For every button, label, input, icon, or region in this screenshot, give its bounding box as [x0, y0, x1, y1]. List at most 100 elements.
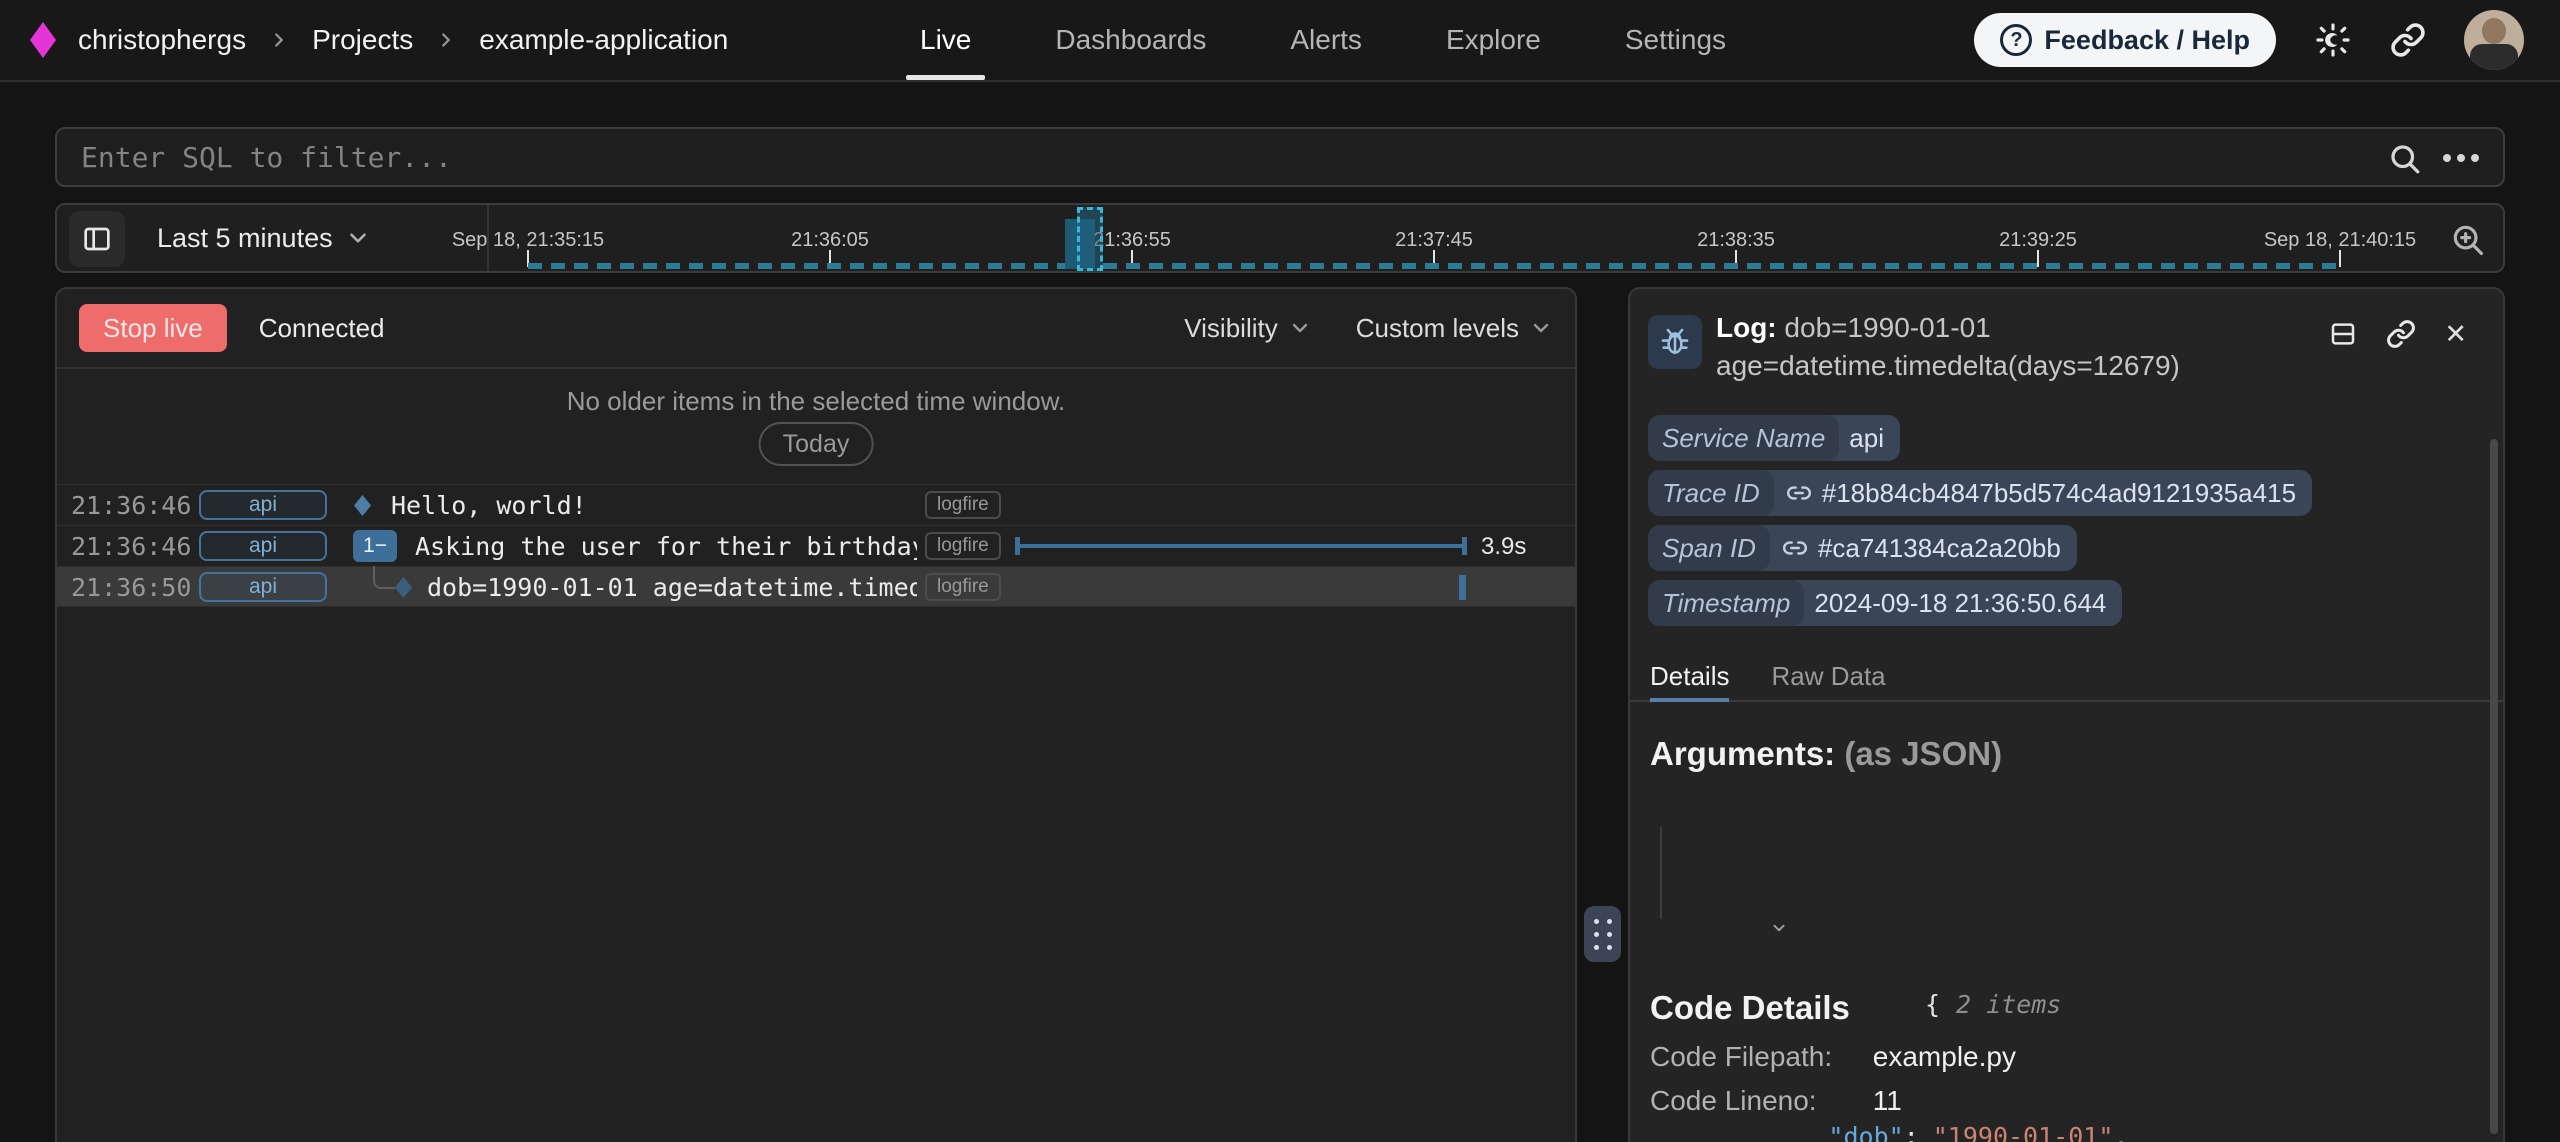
timeline-tick-label: 21:38:35 [1697, 229, 1775, 252]
live-view-panel: Stop live Connected Visibility Custom le… [55, 287, 1577, 1142]
visibility-dropdown[interactable]: Visibility [1184, 313, 1311, 344]
service-badge[interactable]: api [199, 531, 327, 561]
chip-label: Trace ID [1648, 470, 1774, 516]
panel-resize-handle[interactable] [1584, 906, 1621, 962]
custom-levels-dropdown[interactable]: Custom levels [1356, 313, 1553, 344]
copy-link-icon[interactable] [2386, 319, 2416, 349]
help-circle-icon: ? [2000, 24, 2032, 56]
top-nav: christophergs Projects example-applicati… [0, 0, 2560, 82]
tab-dashboards[interactable]: Dashboards [1055, 0, 1206, 80]
visibility-label: Visibility [1184, 313, 1277, 344]
breadcrumb-project-name[interactable]: example-application [479, 24, 728, 56]
chip-service-name[interactable]: Service Name api [1648, 415, 1900, 461]
logfire-logo-icon[interactable] [30, 22, 56, 58]
share-link-icon[interactable] [2390, 22, 2426, 58]
close-icon[interactable]: ✕ [2444, 319, 2467, 349]
timeline-tick-label: 21:37:45 [1395, 229, 1473, 252]
code-lineno-value: 11 [1873, 1085, 1902, 1116]
timeline-tick-label: Sep 18, 21:35:15 [452, 229, 604, 252]
scope-tag[interactable]: logfire [925, 491, 1001, 519]
nav-tabs: Live Dashboards Alerts Explore Settings [920, 0, 1726, 80]
json-indent-guide [1660, 827, 1662, 919]
avatar-head [2482, 18, 2506, 44]
breadcrumb-projects[interactable]: Projects [312, 24, 413, 56]
code-lineno-label: Code Lineno: [1650, 1085, 1865, 1117]
detail-actions: ✕ [2328, 319, 2467, 349]
sql-filter-bar [55, 127, 2505, 187]
chip-label: Span ID [1648, 525, 1770, 571]
timeline-zoom-in-icon[interactable] [2449, 221, 2487, 259]
service-badge[interactable]: api [199, 490, 327, 520]
chip-trace-id[interactable]: Trace ID #18b84cb4847b5d574c4ad9121935a4… [1648, 470, 2312, 516]
arguments-heading-main: Arguments: [1650, 735, 1844, 772]
log-row-selected[interactable]: 21:36:50 api dob=1990-01-01 age=datetime… [57, 566, 1575, 607]
chip-value: api [1839, 423, 1900, 454]
log-row[interactable]: 21:36:46 api 1− Asking the user for thei… [57, 525, 1575, 566]
detail-title: Log: dob=1990-01-01 age=datetime.timedel… [1716, 309, 2296, 385]
scrollbar-thumb[interactable] [2490, 439, 2498, 1134]
link-icon [1782, 535, 1808, 561]
json-comma: , [2113, 1122, 2128, 1142]
breadcrumb-separator-icon [268, 29, 290, 51]
scope-tag[interactable]: logfire [925, 573, 1001, 601]
feedback-help-button[interactable]: ? Feedback / Help [1974, 13, 2276, 67]
span-position-tick [1459, 575, 1466, 600]
time-range-selector[interactable]: Last 5 minutes [157, 205, 371, 271]
log-row[interactable]: 21:36:46 api Hello, world! logfire [57, 484, 1575, 525]
tab-live[interactable]: Live [920, 0, 971, 80]
collapse-span-button[interactable]: 1− [353, 530, 397, 562]
json-open-brace: { [1925, 990, 1940, 1019]
json-open-line: {2 items [1650, 787, 2128, 1071]
feedback-help-label: Feedback / Help [2044, 25, 2250, 56]
tab-alerts[interactable]: Alerts [1290, 0, 1362, 80]
scope-tag[interactable]: logfire [925, 532, 1001, 560]
logfire-app: christophergs Projects example-applicati… [0, 0, 2560, 1142]
theme-toggle-icon[interactable] [2314, 21, 2352, 59]
tab-explore[interactable]: Explore [1446, 0, 1541, 80]
chip-value: #18b84cb4847b5d574c4ad9121935a415 [1812, 478, 2312, 509]
log-message: Asking the user for their birthday [415, 526, 917, 567]
chip-label: Timestamp [1648, 580, 1804, 626]
timeline-tick-label: Sep 18, 21:40:15 [2264, 229, 2416, 252]
code-details-heading: Code Details [1650, 989, 1850, 1027]
code-filepath-value: example.py [1873, 1041, 2016, 1072]
timeline-bar: Last 5 minutes Sep 18, 21:35:15 21:36:05… [55, 203, 2505, 273]
json-key: "dob" [1828, 1122, 1903, 1142]
json-value: "1990-01-01" [1933, 1122, 2114, 1142]
sql-filter-input[interactable] [57, 129, 2503, 185]
log-time: 21:36:46 [71, 526, 191, 567]
json-colon: : [1904, 1122, 1919, 1142]
log-message: Hello, world! [391, 485, 917, 526]
split-view-icon[interactable] [2328, 319, 2358, 349]
timeline-selection-window[interactable] [1077, 207, 1103, 271]
empty-window-message: No older items in the selected time wind… [57, 386, 1575, 417]
service-badge[interactable]: api [199, 572, 327, 602]
filter-more-options-icon[interactable] [2443, 154, 2479, 162]
custom-levels-label: Custom levels [1356, 313, 1519, 344]
tab-settings[interactable]: Settings [1625, 0, 1726, 80]
today-button[interactable]: Today [759, 422, 874, 466]
search-icon[interactable] [2387, 141, 2423, 177]
detail-title-text: dob=1990-01-01 age=datetime.timedelta(da… [1716, 312, 2180, 381]
chip-value: #ca741384ca2a20bb [1808, 533, 2077, 564]
log-time: 21:36:46 [71, 485, 191, 526]
chip-label: Service Name [1648, 415, 1839, 461]
link-icon [1786, 480, 1812, 506]
chip-value: 2024-09-18 21:36:50.644 [1804, 588, 2122, 619]
stop-live-button[interactable]: Stop live [79, 304, 227, 352]
time-range-label: Last 5 minutes [157, 223, 333, 254]
timeline-tick-label: 21:36:55 [1093, 229, 1171, 252]
chip-span-id[interactable]: Span ID #ca741384ca2a20bb [1648, 525, 2077, 571]
json-items-count: 2 items [1956, 990, 2061, 1019]
connection-status: Connected [259, 313, 385, 344]
timeline-tick-label: 21:36:05 [791, 229, 869, 252]
detail-tabs: Details Raw Data [1630, 652, 2503, 702]
user-avatar[interactable] [2464, 10, 2524, 70]
tab-raw-data[interactable]: Raw Data [1771, 652, 1885, 700]
avatar-body [2470, 44, 2518, 70]
tab-details[interactable]: Details [1650, 652, 1729, 700]
breadcrumb-org[interactable]: christophergs [78, 24, 246, 56]
sidebar-toggle-icon[interactable] [69, 211, 125, 267]
code-filepath-label: Code Filepath: [1650, 1041, 1865, 1073]
chip-timestamp[interactable]: Timestamp 2024-09-18 21:36:50.644 [1648, 580, 2122, 626]
